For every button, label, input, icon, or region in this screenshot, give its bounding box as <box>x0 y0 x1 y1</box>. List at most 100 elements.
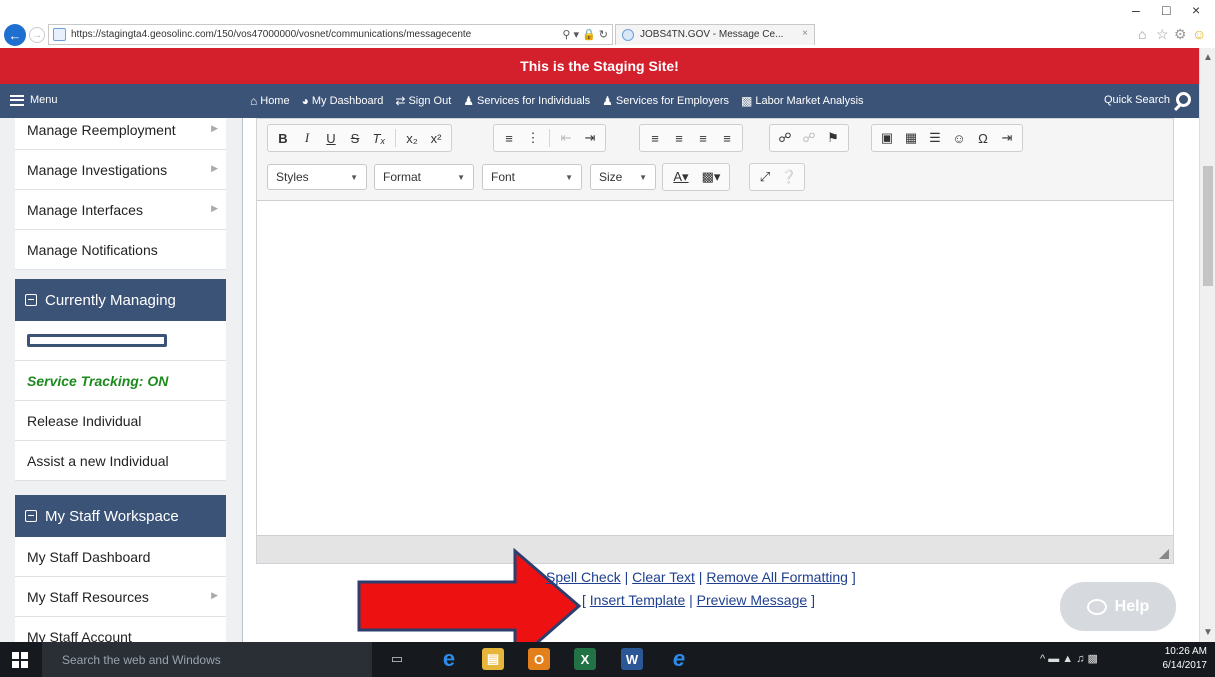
favorites-star-icon[interactable]: ☆ <box>1156 26 1169 43</box>
align-right-icon[interactable]: ≡ <box>692 127 714 149</box>
maximize-icon[interactable]: ⤢ <box>754 166 776 188</box>
remove-format-icon[interactable]: Tₓ <box>368 127 390 149</box>
nav-home-link[interactable]: ⌂ Home <box>250 94 290 108</box>
horizontal-line-icon[interactable]: ☰ <box>924 127 946 149</box>
sidebar-item-manage-investigations[interactable]: Manage Investigations ▶ <box>15 150 226 190</box>
windows-start-icon[interactable] <box>12 652 28 668</box>
file-explorer-icon[interactable]: ▤ <box>482 648 504 670</box>
settings-gear-icon[interactable]: ⚙ <box>1174 26 1187 43</box>
format-dropdown[interactable]: Format ▼ <box>374 164 474 190</box>
sidebar-item-manage-interfaces[interactable]: Manage Interfaces ▶ <box>15 190 226 230</box>
remove-formatting-link[interactable]: Remove All Formatting <box>706 569 848 585</box>
styles-dropdown[interactable]: Styles ▼ <box>267 164 367 190</box>
sidebar-item-assist-new-individual[interactable]: Assist a new Individual <box>15 441 226 481</box>
nav-individuals-link[interactable]: ♟ Services for Individuals <box>463 94 590 108</box>
indent-icon[interactable]: ⇥ <box>579 127 601 149</box>
close-window-button[interactable]: × <box>1192 2 1200 18</box>
currently-managing-panel: Currently Managing Service Tracking: ON … <box>15 279 226 481</box>
background-color-icon[interactable]: ▩▾ <box>697 166 725 188</box>
home-icon[interactable]: ⌂ <box>1138 26 1146 42</box>
sidebar-item-release-individual[interactable]: Release Individual <box>15 401 226 441</box>
menu-button[interactable]: Menu <box>10 94 58 106</box>
service-tracking-label: Service Tracking: ON <box>27 372 169 389</box>
text-color-icon[interactable]: A▾ <box>667 166 695 188</box>
superscript-icon[interactable]: x² <box>425 127 447 149</box>
sidebar-item-label: My Staff Resources <box>27 588 149 605</box>
paragraph-group: ≡ ⋮ ⇤ ⇥ <box>493 124 606 152</box>
smiley-feedback-icon[interactable]: ☺ <box>1192 26 1206 42</box>
task-view-icon[interactable]: ▭ <box>386 648 408 670</box>
quick-search-button[interactable]: Quick Search <box>1104 92 1191 107</box>
scroll-down-icon[interactable]: ▼ <box>1203 627 1213 638</box>
underline-icon[interactable]: U <box>320 127 342 149</box>
sidebar-item-label: Release Individual <box>27 412 142 429</box>
numbered-list-icon[interactable]: ≡ <box>498 127 520 149</box>
nav-link-label: Sign Out <box>408 95 452 107</box>
sidebar-item-staff-dashboard[interactable]: My Staff Dashboard <box>15 537 226 577</box>
employers-icon: ♟ <box>602 94 613 108</box>
address-tools-icon[interactable]: ⚲ ▾ 🔒 ↻ <box>562 28 608 41</box>
table-icon[interactable]: ▦ <box>900 127 922 149</box>
word-icon[interactable]: W <box>621 648 643 670</box>
nav-employers-link[interactable]: ♟ Services for Employers <box>602 94 729 108</box>
help-button[interactable]: Help <box>1060 582 1176 631</box>
anchor-flag-icon[interactable]: ⚑ <box>822 127 844 149</box>
address-bar[interactable]: https://stagingta4.geosolinc.com/150/vos… <box>48 24 613 45</box>
page-break-icon[interactable]: ⇥ <box>996 127 1018 149</box>
outlook-icon[interactable]: O <box>528 648 550 670</box>
windows-taskbar: Search the web and Windows ▭ e ▤ O X W e… <box>0 642 1215 677</box>
scroll-thumb[interactable] <box>1203 166 1213 286</box>
redacted-box <box>27 334 167 347</box>
smiley-icon[interactable]: ☺ <box>948 127 970 149</box>
excel-icon[interactable]: X <box>574 648 596 670</box>
sidebar-item-staff-resources[interactable]: My Staff Resources ▶ <box>15 577 226 617</box>
font-dropdown[interactable]: Font ▼ <box>482 164 582 190</box>
bulleted-list-icon[interactable]: ⋮ <box>522 127 544 149</box>
scroll-up-icon[interactable]: ▲ <box>1203 52 1213 63</box>
bold-icon[interactable]: B <box>272 127 294 149</box>
system-tray-icons[interactable]: ^ ▬ ▲ ♫ ▩ <box>1040 652 1098 665</box>
unlink-icon[interactable]: ☍ <box>798 127 820 149</box>
outdent-icon[interactable]: ⇤ <box>555 127 577 149</box>
taskbar-search-box[interactable]: Search the web and Windows <box>42 642 372 677</box>
back-button[interactable]: ← <box>4 24 26 46</box>
align-left-icon[interactable]: ≡ <box>644 127 666 149</box>
managed-individual-name[interactable] <box>15 321 226 361</box>
resize-handle-icon[interactable] <box>1159 549 1169 559</box>
italic-icon[interactable]: I <box>296 127 318 149</box>
image-icon[interactable]: ▣ <box>876 127 898 149</box>
page-scrollbar[interactable]: ▲ ▼ <box>1199 48 1215 642</box>
size-dropdown[interactable]: Size ▼ <box>590 164 656 190</box>
screen: – □ × ← → https://stagingta4.geosolinc.c… <box>0 0 1215 677</box>
sidebar-item-manage-notifications[interactable]: Manage Notifications <box>15 230 226 270</box>
nav-labor-market-link[interactable]: ▩ Labor Market Analysis <box>741 94 864 108</box>
forward-button[interactable]: → <box>29 27 45 43</box>
edge-browser-icon[interactable]: e <box>438 646 460 671</box>
help-about-icon[interactable]: ❔ <box>778 166 800 188</box>
spell-check-link[interactable]: Spell Check <box>546 569 621 585</box>
close-tab-icon[interactable]: × <box>802 28 808 39</box>
justify-icon[interactable]: ≡ <box>716 127 738 149</box>
subscript-icon[interactable]: x₂ <box>401 127 423 149</box>
taskbar-clock[interactable]: 10:26 AM 6/14/2017 <box>1163 645 1208 673</box>
staff-workspace-header[interactable]: My Staff Workspace <box>15 495 226 537</box>
align-center-icon[interactable]: ≡ <box>668 127 690 149</box>
nav-sign-out-link[interactable]: ⇄ Sign Out <box>395 94 451 108</box>
sidebar-item-staff-account[interactable]: My Staff Account <box>15 617 226 643</box>
browser-tab[interactable]: JOBS4TN.GOV - Message Ce... × <box>615 24 815 45</box>
link-icon[interactable]: ☍ <box>774 127 796 149</box>
nav-link-label: Labor Market Analysis <box>755 95 864 107</box>
clear-text-link[interactable]: Clear Text <box>632 569 695 585</box>
message-body-textarea[interactable] <box>257 201 1173 537</box>
restore-button[interactable]: □ <box>1162 2 1170 18</box>
strikethrough-icon[interactable]: S <box>344 127 366 149</box>
preview-message-link[interactable]: Preview Message <box>697 592 808 608</box>
currently-managing-header[interactable]: Currently Managing <box>15 279 226 321</box>
internet-explorer-icon[interactable]: e <box>668 646 690 671</box>
special-character-icon[interactable]: Ω <box>972 127 994 149</box>
sidebar-item-manage-reemployment[interactable]: Manage Reemployment ▶ <box>15 118 226 150</box>
minimize-button[interactable]: – <box>1132 2 1140 18</box>
link-separator: | <box>689 592 693 608</box>
nav-dashboard-link[interactable]: ◕ My Dashboard <box>302 94 384 108</box>
insert-template-link[interactable]: Insert Template <box>590 592 685 608</box>
